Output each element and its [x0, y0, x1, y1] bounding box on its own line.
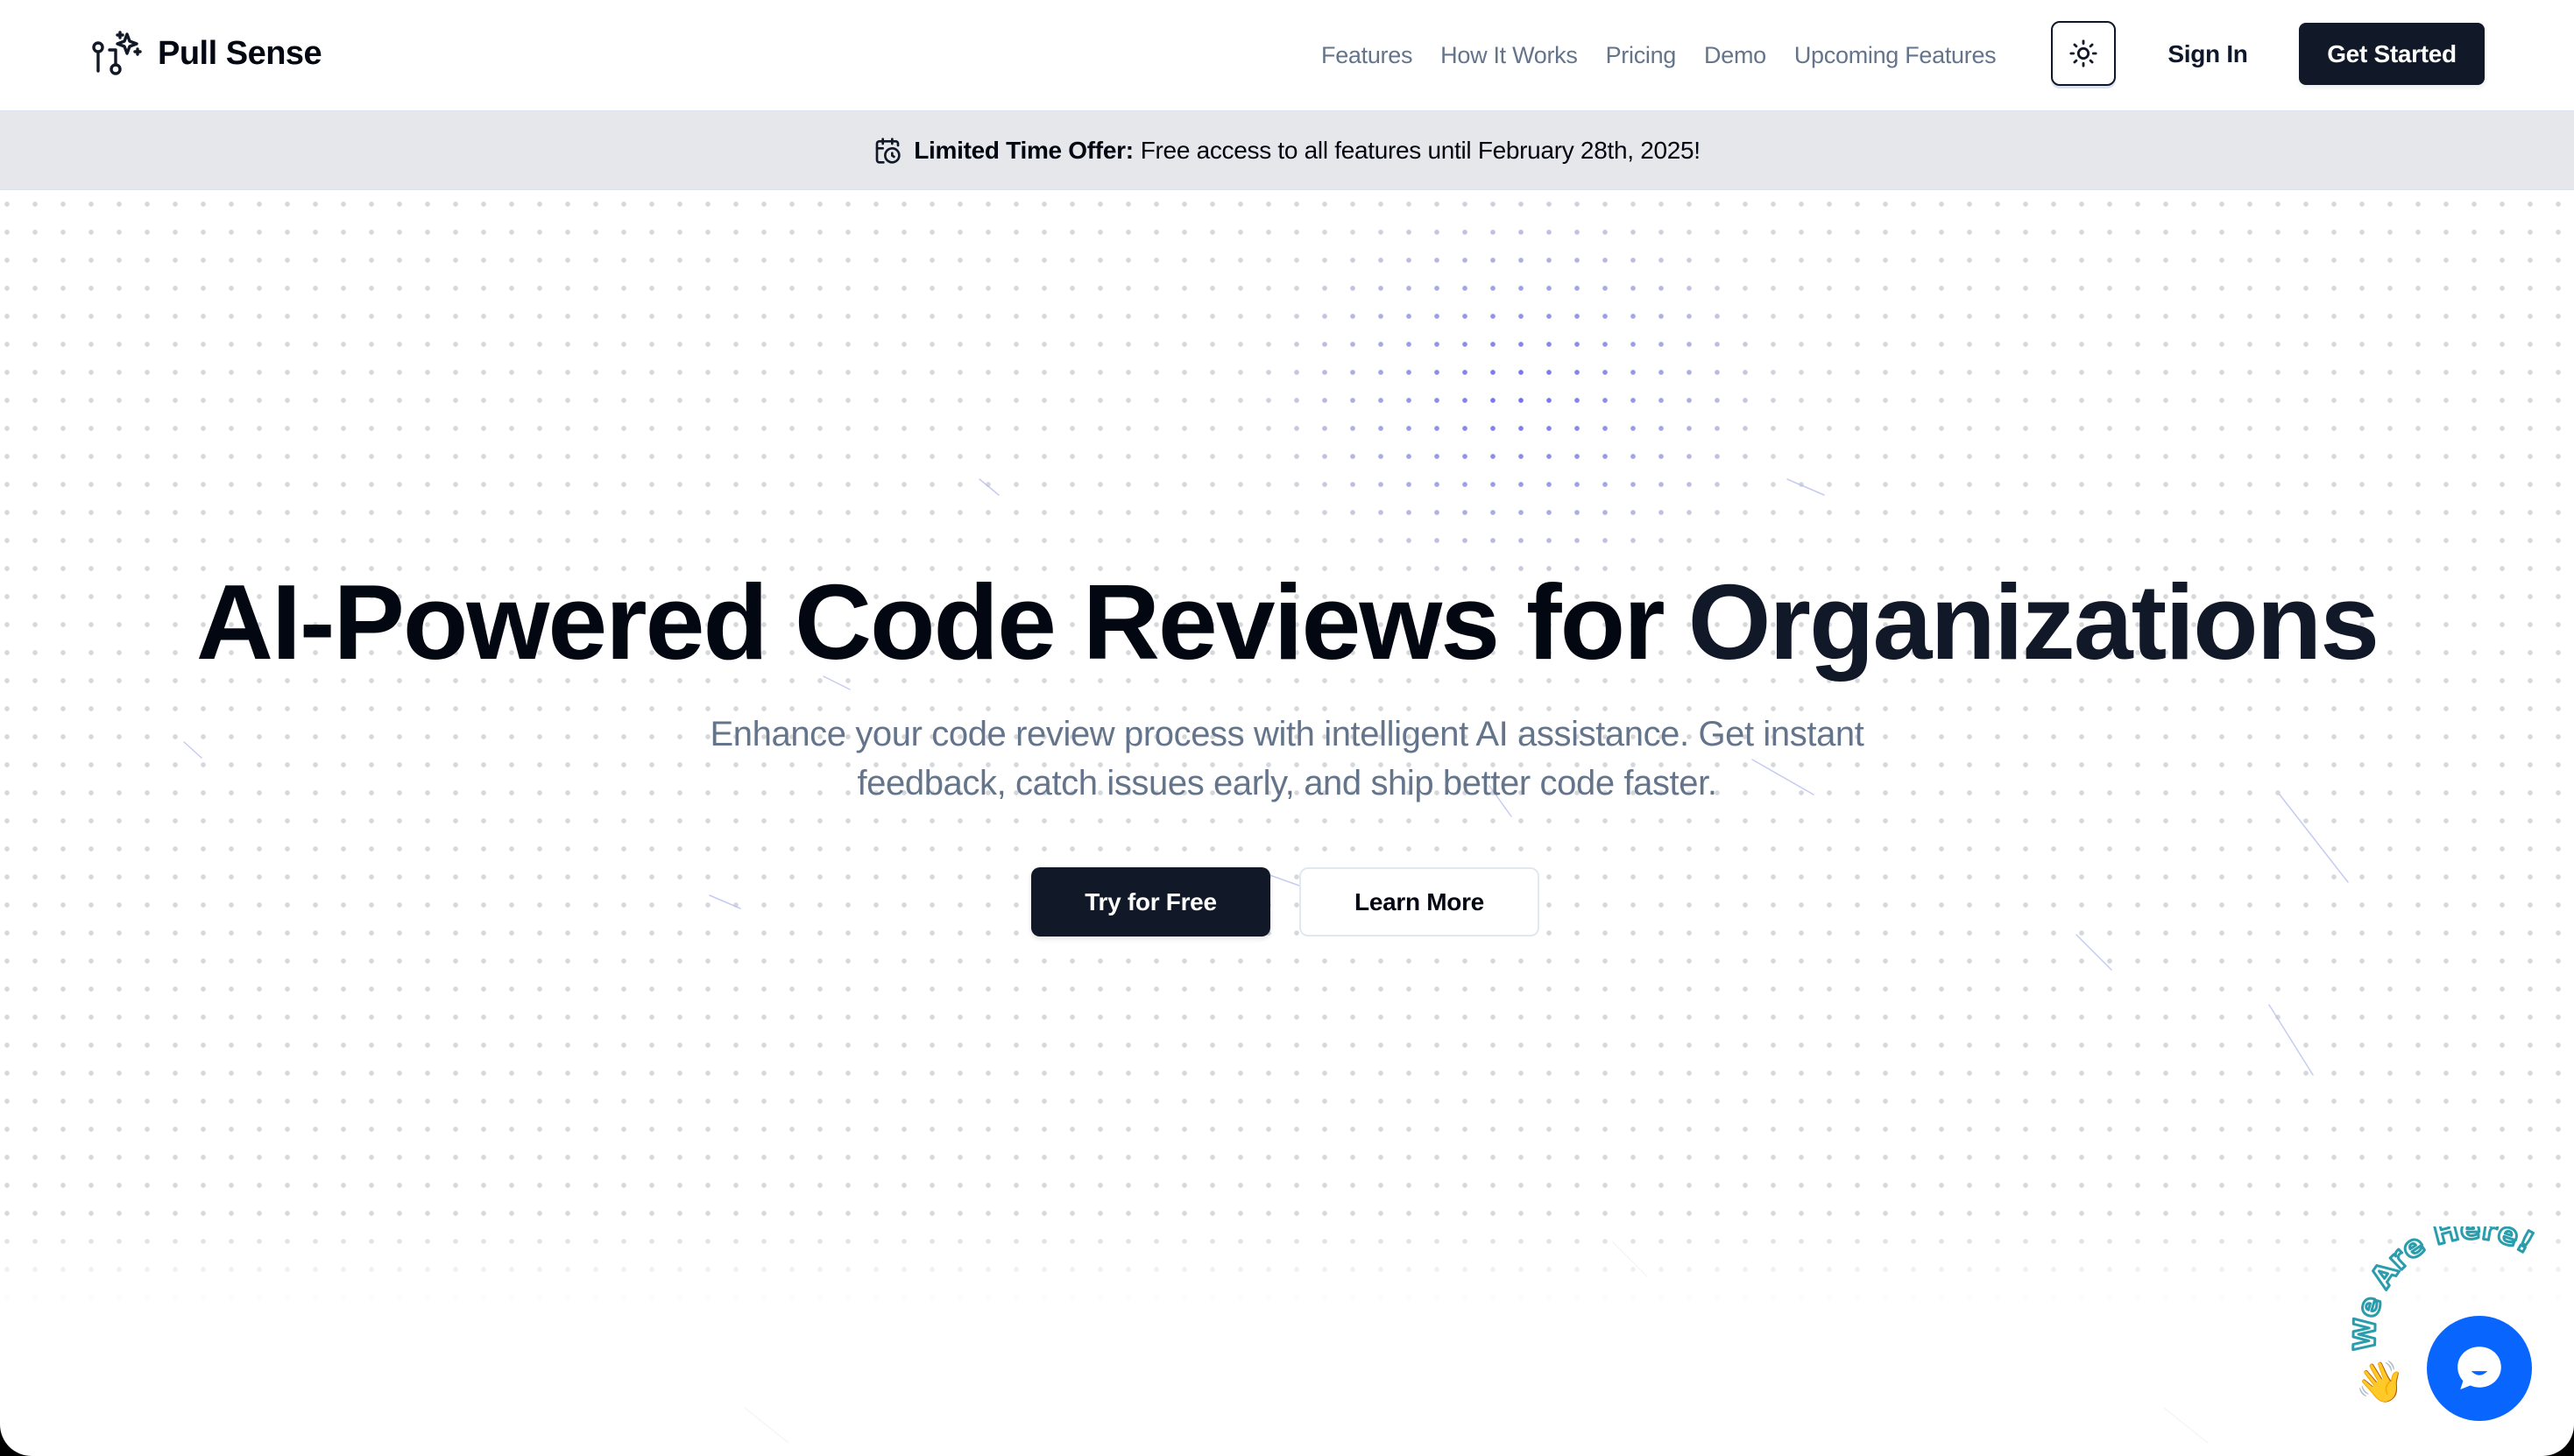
promo-banner-text: Free access to all features until Februa…	[1140, 136, 1701, 164]
git-pull-request-sparkle-icon	[92, 31, 142, 75]
calendar-clock-icon	[875, 137, 901, 164]
nav-link-upcoming-features[interactable]: Upcoming Features	[1794, 42, 1997, 69]
open-chat-button[interactable]	[2427, 1316, 2532, 1421]
nav-link-demo[interactable]: Demo	[1704, 42, 1766, 69]
sun-icon	[2069, 39, 2097, 67]
get-started-button[interactable]: Get Started	[2299, 23, 2485, 85]
try-for-free-button[interactable]: Try for Free	[1031, 867, 1270, 937]
brand-logo-link[interactable]: Pull Sense	[91, 29, 322, 78]
hero-subtitle: Enhance your code review process with in…	[710, 715, 1864, 802]
hero-headline: AI-Powered Code Reviews for Organizations	[0, 548, 2574, 696]
promo-banner: Limited Time Offer: Free access to all f…	[0, 110, 2574, 190]
brand-name: Pull Sense	[158, 34, 322, 72]
hero-bottom-fade	[0, 1209, 2574, 1305]
hero-headline-text: AI-Powered Code Reviews for	[195, 562, 1665, 682]
chat-bubble-icon	[2457, 1346, 2501, 1390]
promo-banner-title: Limited Time Offer:	[914, 136, 1134, 164]
nav-link-how-it-works[interactable]: How It Works	[1440, 42, 1578, 69]
nav-link-pricing[interactable]: Pricing	[1606, 42, 1677, 69]
hero-headline-rotating-word: Organizations	[1687, 562, 2380, 682]
nav-link-features[interactable]: Features	[1321, 42, 1412, 69]
page: Pull Sense Features How It Works Pricing…	[0, 0, 2574, 1456]
waving-hand-icon: 👋	[2355, 1359, 2406, 1404]
site-header: Pull Sense Features How It Works Pricing…	[0, 0, 2574, 110]
theme-toggle-button[interactable]	[2051, 21, 2116, 86]
learn-more-button[interactable]: Learn More	[1299, 867, 1539, 937]
sign-in-button[interactable]: Sign In	[2146, 23, 2269, 86]
chat-widget: We Are Here! We Are Here! 👋	[2330, 1226, 2574, 1456]
hero-cta-group: Try for Free Learn More	[1031, 867, 1539, 937]
main-nav: Features How It Works Pricing Demo Upcom…	[1321, 35, 2024, 75]
